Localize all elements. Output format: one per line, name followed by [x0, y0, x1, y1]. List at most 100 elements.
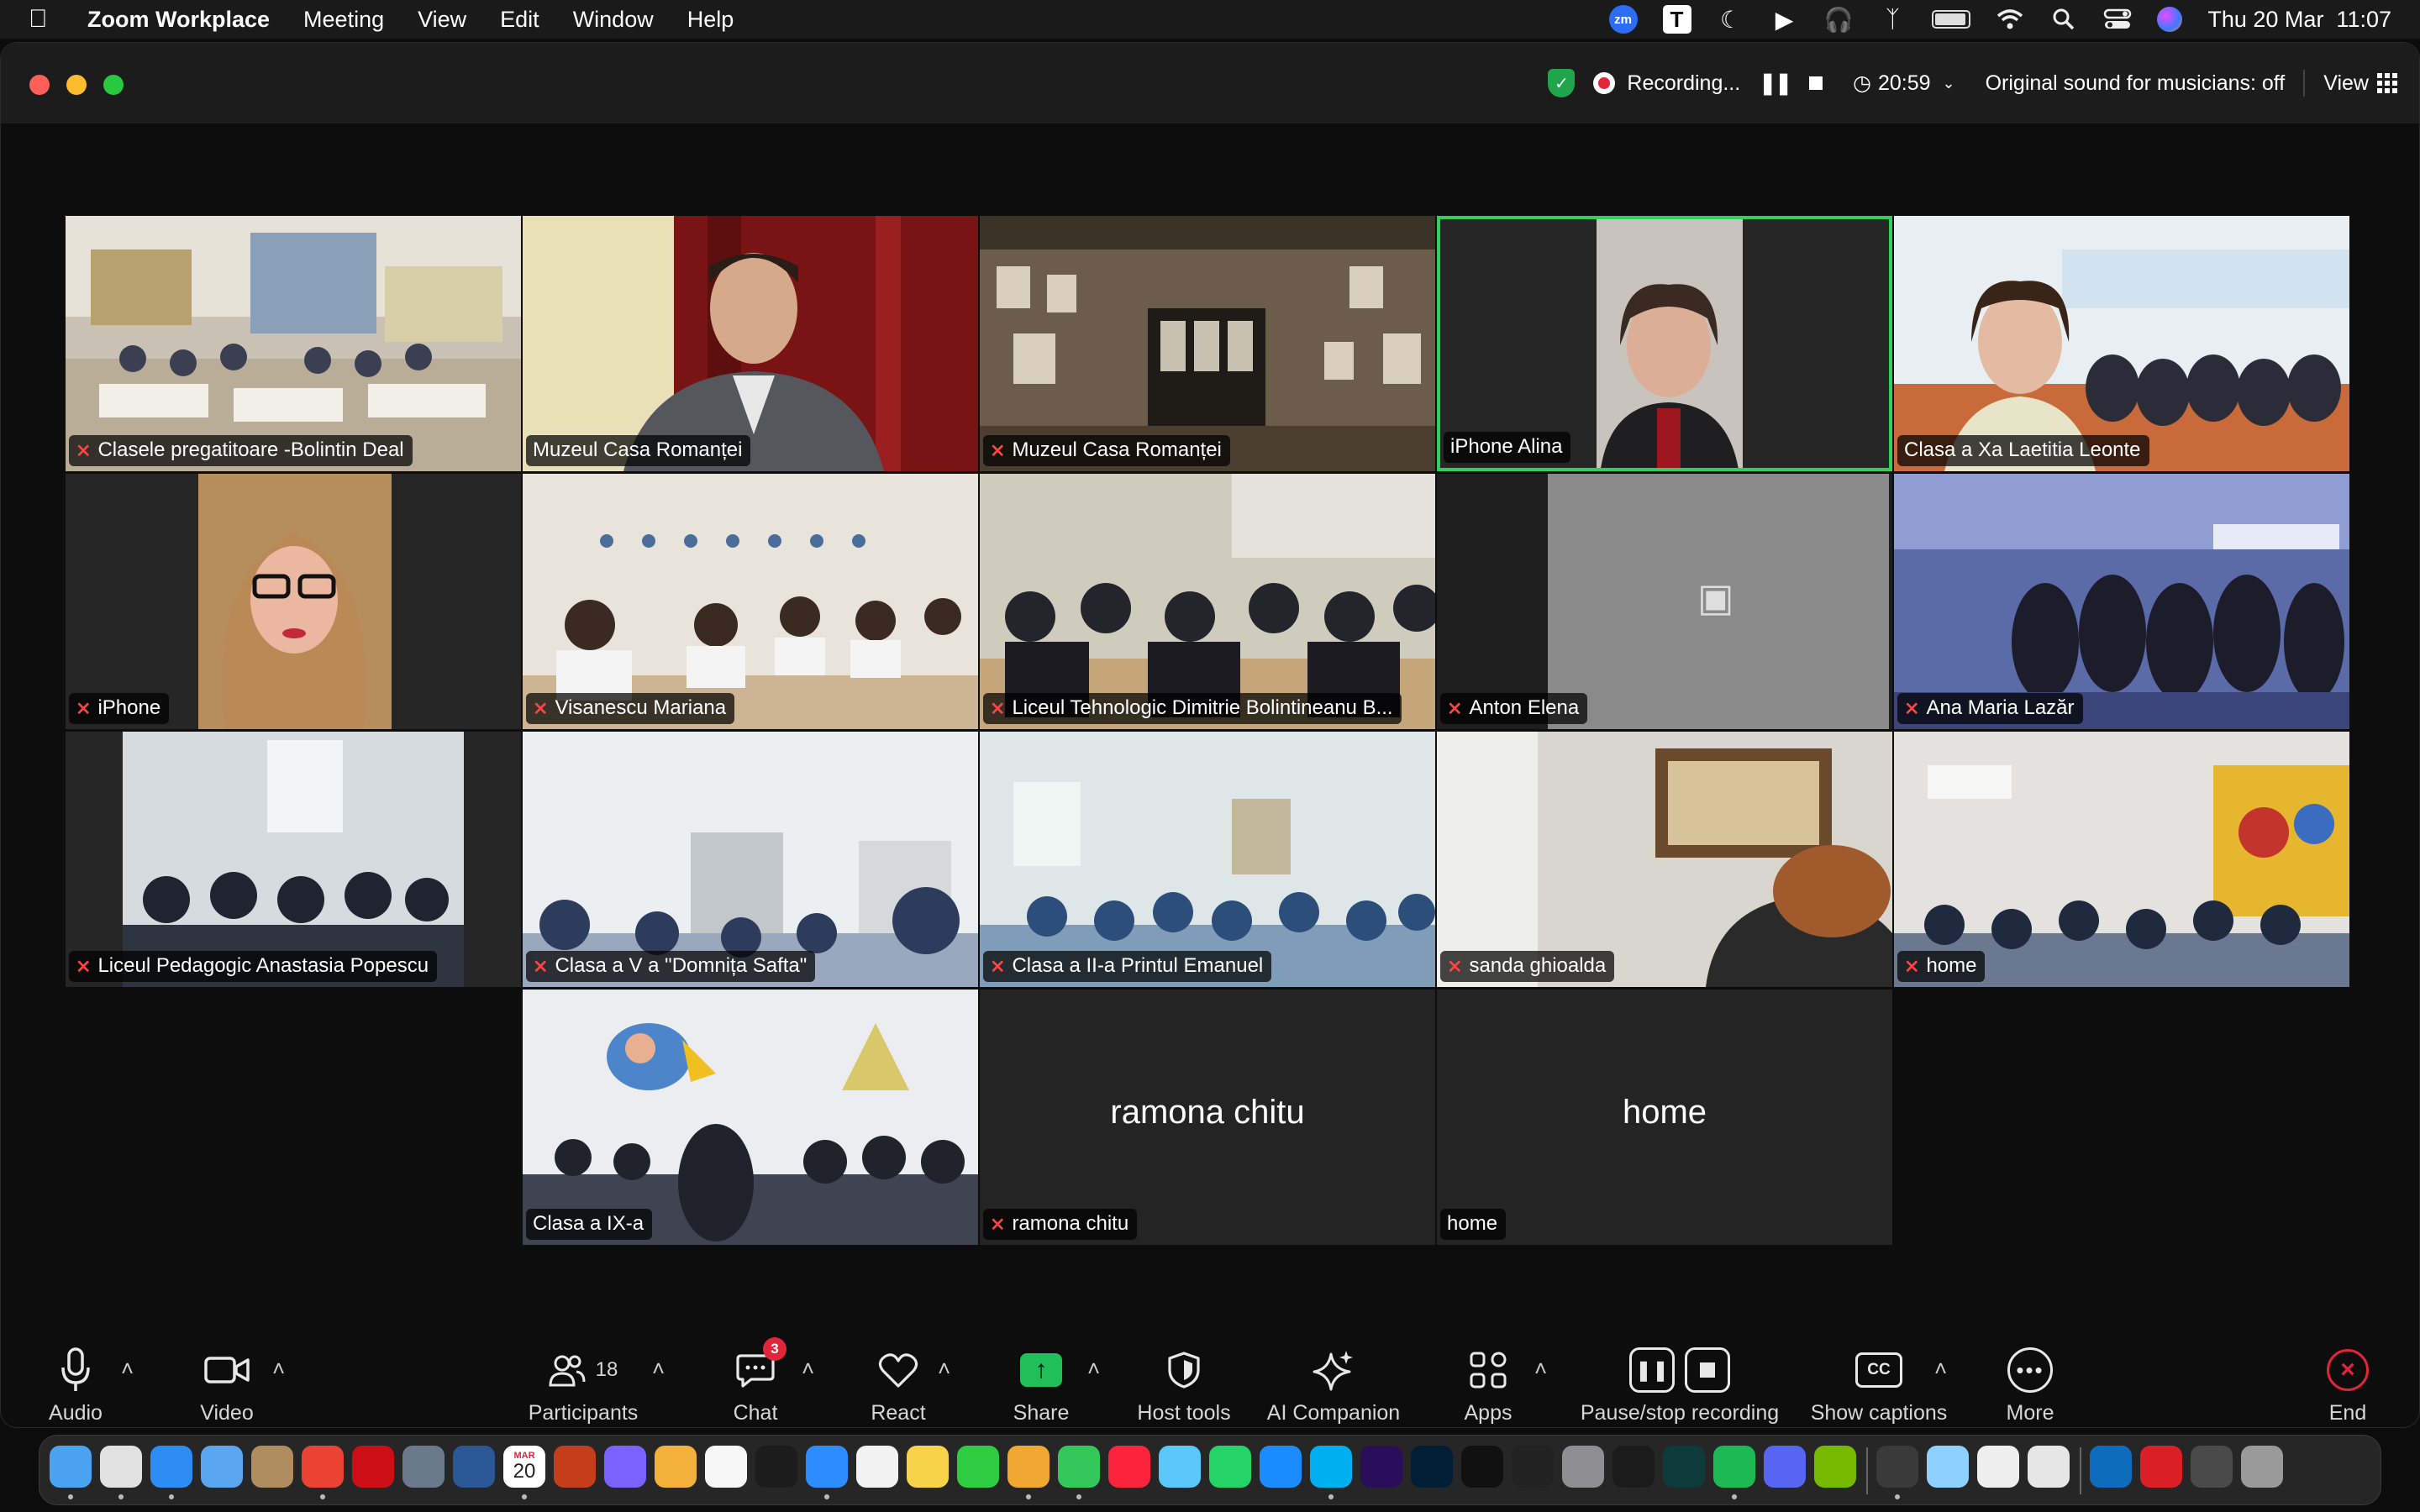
minimize-window-button[interactable]: [66, 75, 87, 95]
apple-icon[interactable]: : [29, 5, 62, 34]
menu-view[interactable]: View: [418, 7, 466, 33]
pause-recording-icon[interactable]: ❚❚: [1759, 71, 1792, 96]
video-tile-camera-off[interactable]: ▣ ⨯ Anton Elena: [1437, 474, 1892, 729]
dock-trash-icon[interactable]: [2241, 1446, 2283, 1488]
video-tile[interactable]: ⨯ iPhone: [66, 474, 521, 729]
video-tile[interactable]: ⨯ Muzeul Casa Romanței: [980, 216, 1435, 471]
participants-button[interactable]: 18 Participants: [491, 1342, 676, 1425]
dock-chrome-icon[interactable]: [302, 1446, 344, 1488]
stop-recording-icon[interactable]: [1809, 76, 1823, 90]
dock-messages-icon[interactable]: [1058, 1446, 1100, 1488]
pause-stop-recording-button[interactable]: ❚❚ Pause/stop recording: [1581, 1342, 1779, 1425]
video-tile-no-video[interactable]: home home: [1437, 990, 1892, 1245]
dock-creative-cloud-icon[interactable]: [2140, 1446, 2182, 1488]
dock-whatsapp-icon[interactable]: [1209, 1446, 1251, 1488]
zoom-status-icon[interactable]: zm: [1608, 5, 1638, 34]
video-tile-no-video[interactable]: ramona chitu ⨯ ramona chitu: [980, 990, 1435, 1245]
wifi-icon[interactable]: [1996, 8, 2024, 30]
battery-icon[interactable]: [1932, 10, 1971, 29]
dock-notes-icon[interactable]: [907, 1446, 949, 1488]
dock-music-icon[interactable]: [1108, 1446, 1150, 1488]
dock-vectorworks-icon[interactable]: [1612, 1446, 1655, 1488]
fullscreen-window-button[interactable]: [103, 75, 124, 95]
dock-capcut-icon[interactable]: [1512, 1446, 1554, 1488]
video-tile[interactable]: Muzeul Casa Romanței: [523, 216, 978, 471]
headphones-icon[interactable]: 🎧: [1824, 6, 1854, 34]
dock-siri-icon[interactable]: [604, 1446, 646, 1488]
video-tile[interactable]: ⨯ Liceul Pedagogic Anastasia Popescu: [66, 732, 521, 987]
end-meeting-button[interactable]: × End: [2255, 1342, 2420, 1425]
siri-icon[interactable]: [2157, 7, 2183, 32]
menu-clock[interactable]: Thu 20 Mar 11:07: [2207, 7, 2391, 33]
dock-discord-icon[interactable]: [1764, 1446, 1806, 1488]
menu-window[interactable]: Window: [573, 7, 654, 33]
video-tile[interactable]: Clasa a Xa Laetitia Leonte: [1894, 216, 2349, 471]
dock-photos-2-icon[interactable]: [2028, 1446, 2070, 1488]
video-options-chevron-icon[interactable]: ˄: [272, 1356, 285, 1382]
menu-edit[interactable]: Edit: [500, 7, 539, 33]
dock-reminders-icon[interactable]: [856, 1446, 898, 1488]
video-button[interactable]: Video: [134, 1342, 319, 1425]
dock-word-icon[interactable]: [453, 1446, 495, 1488]
dock-skype-icon[interactable]: [1310, 1446, 1352, 1488]
dock-spotify-icon[interactable]: [1713, 1446, 1755, 1488]
more-button[interactable]: ••• More: [1938, 1342, 2123, 1425]
dock-textedit-icon[interactable]: [1977, 1446, 2019, 1488]
video-tile[interactable]: ⨯ Clasele pregatitoare -Bolintin Deal: [66, 216, 521, 471]
dock-launchpad-icon[interactable]: [100, 1446, 142, 1488]
search-icon[interactable]: [2049, 8, 2078, 31]
video-tile[interactable]: ⨯ Ana Maria Lazăr: [1894, 474, 2349, 729]
t-app-icon[interactable]: T: [1662, 5, 1691, 34]
dock-photoshop-icon[interactable]: [1411, 1446, 1453, 1488]
moon-icon[interactable]: ☾: [1717, 6, 1745, 34]
meeting-timer[interactable]: 20:59: [1878, 71, 1931, 96]
dock-photos-icon[interactable]: [1007, 1446, 1050, 1488]
menu-help[interactable]: Help: [687, 7, 734, 33]
dock-zoom-icon[interactable]: [806, 1446, 848, 1488]
dock-app-store-icon[interactable]: [1260, 1446, 1302, 1488]
apps-button[interactable]: Apps: [1396, 1342, 1581, 1425]
dock-contacts-icon[interactable]: [251, 1446, 293, 1488]
video-tile[interactable]: ⨯ home: [1894, 732, 2349, 987]
dock-calendar-icon[interactable]: MAR 20: [503, 1446, 545, 1488]
dock-waves-icon[interactable]: [1663, 1446, 1705, 1488]
menu-meeting[interactable]: Meeting: [303, 7, 384, 33]
video-tile[interactable]: ⨯ sanda ghioalda: [1437, 732, 1892, 987]
original-sound-toggle[interactable]: Original sound for musicians: off: [1986, 71, 2286, 96]
dock-opera-icon[interactable]: [352, 1446, 394, 1488]
dock-safari-icon[interactable]: [150, 1446, 192, 1488]
apps-options-chevron-icon[interactable]: ˄: [1534, 1356, 1547, 1382]
close-window-button[interactable]: [29, 75, 50, 95]
shield-check-icon[interactable]: ✓: [1548, 69, 1576, 97]
dock-preview-icon[interactable]: [402, 1446, 445, 1488]
video-tile-active-speaker[interactable]: iPhone Alina: [1437, 216, 1892, 471]
dock-nvidia-icon[interactable]: [1814, 1446, 1856, 1488]
dock-tiktok-icon[interactable]: [1461, 1446, 1503, 1488]
menu-app-name[interactable]: Zoom Workplace: [87, 7, 270, 33]
dock-screenshots-icon[interactable]: [2191, 1446, 2233, 1488]
audio-options-chevron-icon[interactable]: ˄: [121, 1356, 134, 1382]
chevron-down-icon[interactable]: ⌄: [1943, 75, 1955, 92]
dock-keynote-icon[interactable]: [655, 1446, 697, 1488]
dock-premiere-icon[interactable]: [1360, 1446, 1402, 1488]
dock-settings-icon[interactable]: [1562, 1446, 1604, 1488]
dock-finder-2-icon[interactable]: [1927, 1446, 1969, 1488]
video-tile[interactable]: ⨯ Visanescu Mariana: [523, 474, 978, 729]
dock-finder-icon[interactable]: [50, 1446, 92, 1488]
video-tile[interactable]: ⨯ Clasa a V a "Domnița Safta": [523, 732, 978, 987]
video-tile[interactable]: Clasa a IX-a: [523, 990, 978, 1245]
dock-mail-icon[interactable]: [201, 1446, 243, 1488]
dock-onedrive-icon[interactable]: [2090, 1446, 2132, 1488]
dock-quicktime-icon[interactable]: [1876, 1446, 1918, 1488]
control-center-icon[interactable]: [2103, 8, 2132, 30]
bluetooth-icon[interactable]: ᛉ: [1878, 6, 1907, 33]
view-button[interactable]: View: [2323, 71, 2397, 96]
play-icon[interactable]: ▶: [1770, 6, 1799, 34]
dock-powerpoint-icon[interactable]: [554, 1446, 596, 1488]
dock-maps-icon[interactable]: [1159, 1446, 1201, 1488]
video-tile[interactable]: ⨯ Liceul Tehnologic Dimitrie Bolintineanu…: [980, 474, 1435, 729]
dock-facetime-icon[interactable]: [957, 1446, 999, 1488]
dock-freeform-icon[interactable]: [705, 1446, 747, 1488]
video-tile[interactable]: ⨯ Clasa a II-a Printul Emanuel: [980, 732, 1435, 987]
dock-apple-tv-icon[interactable]: [755, 1446, 797, 1488]
